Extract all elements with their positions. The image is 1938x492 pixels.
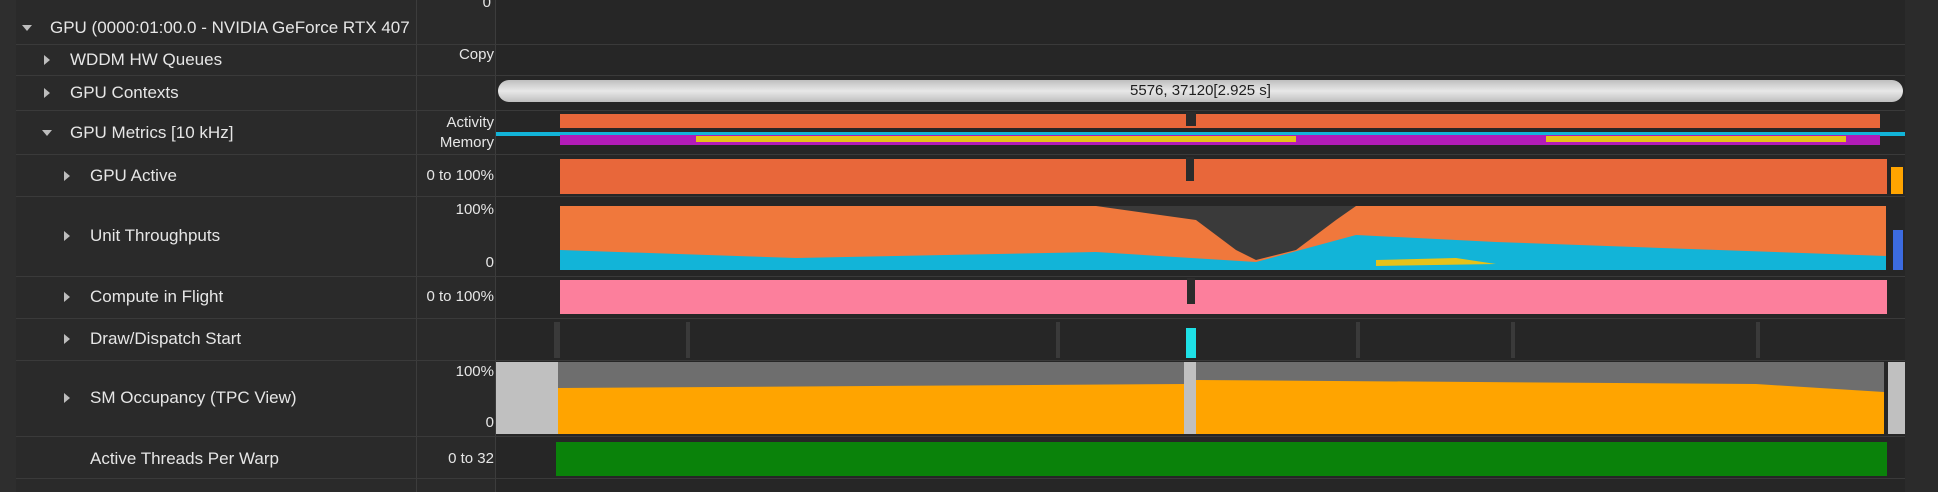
- tree-row-active-threads[interactable]: Active Threads Per Warp: [90, 449, 279, 469]
- right-strip: [1905, 0, 1938, 492]
- row-separator: [16, 276, 1905, 277]
- tree-row-gpu-metrics[interactable]: GPU Metrics [10 kHz]: [70, 123, 233, 143]
- active-threads-range: 0 to 32: [448, 450, 494, 467]
- unit-scale-top: 100%: [455, 201, 494, 218]
- draw-spike: [1186, 328, 1196, 358]
- activity-gap: [1186, 112, 1196, 126]
- expand-draw-icon[interactable]: [64, 334, 70, 344]
- row-separator: [16, 110, 1905, 111]
- gpu-active-tail: [1891, 167, 1903, 194]
- sm-scale-bottom: 0: [485, 414, 494, 431]
- row-separator: [16, 478, 1905, 479]
- tree-row-sm-occupancy[interactable]: SM Occupancy (TPC View): [90, 388, 297, 408]
- compute-fill: [560, 280, 1887, 314]
- row-separator: [16, 360, 1905, 361]
- row-separator: [16, 75, 1905, 76]
- gpu-active-range: 0 to 100%: [426, 167, 494, 184]
- row-separator: [16, 436, 1905, 437]
- collapse-gpu-icon[interactable]: [22, 25, 32, 31]
- compute-in-flight-chart: [560, 278, 1887, 314]
- tree-row-unit-throughputs[interactable]: Unit Throughputs: [90, 226, 220, 246]
- activity-label: Activity: [446, 114, 494, 131]
- expand-wddm-icon[interactable]: [44, 55, 50, 65]
- draw-mark: [686, 322, 690, 358]
- draw-dispatch-chart: [554, 322, 1760, 358]
- sm-scale-top: 100%: [455, 363, 494, 380]
- collapse-metrics-icon[interactable]: [42, 130, 52, 136]
- gpu-active-dip: [1186, 157, 1194, 181]
- unit-throughputs-chart: [560, 206, 1903, 270]
- row-separator: [16, 154, 1905, 155]
- gpu-active-chart: [560, 157, 1903, 194]
- tree-row-gpu-active[interactable]: GPU Active: [90, 166, 177, 186]
- draw-mark: [1756, 322, 1760, 358]
- expand-sm-occupancy-icon[interactable]: [64, 393, 70, 403]
- gpu-context-bar-text: 5576, 37120[2.925 s]: [1130, 82, 1271, 99]
- gpu-active-fill: [560, 159, 1887, 194]
- activity-bar: [560, 114, 1880, 128]
- draw-mark: [1511, 322, 1515, 358]
- compute-range: 0 to 100%: [426, 288, 494, 305]
- gpu-metrics-strip: [496, 112, 1905, 145]
- left-rail: [0, 0, 16, 492]
- row-separator: [16, 318, 1905, 319]
- expand-contexts-icon[interactable]: [44, 88, 50, 98]
- unit-blue-tail: [1893, 230, 1903, 270]
- memory-yellow: [696, 136, 1296, 142]
- sm-light-left: [496, 362, 558, 434]
- expand-gpu-active-icon[interactable]: [64, 171, 70, 181]
- tree-column: [0, 0, 416, 492]
- tree-row-draw-dispatch[interactable]: Draw/Dispatch Start: [90, 329, 241, 349]
- sm-orange-left: [558, 384, 1186, 434]
- row-separator: [16, 196, 1905, 197]
- memory-label: Memory: [439, 134, 494, 151]
- memory-yellow-2: [1546, 136, 1846, 142]
- tree-row-gpu-contexts[interactable]: GPU Contexts: [70, 83, 179, 103]
- sm-occupancy-chart: [496, 362, 1905, 434]
- sm-orange-right: [1196, 380, 1884, 434]
- row-separator: [16, 44, 1905, 45]
- tree-row-wddm[interactable]: WDDM HW Queues: [70, 50, 222, 70]
- sm-light-mid: [1184, 362, 1196, 434]
- gpu-label[interactable]: GPU (0000:01:00.0 - NVIDIA GeForce RTX 4…: [50, 18, 410, 38]
- top-scale-zero: 0: [482, 0, 491, 11]
- draw-mark: [554, 322, 560, 358]
- active-threads-chart: [556, 442, 1887, 476]
- gpu-context-bar[interactable]: 5576, 37120[2.925 s]: [498, 80, 1903, 102]
- draw-mark: [1056, 322, 1060, 358]
- unit-scale-bottom: 0: [485, 254, 494, 271]
- sm-light-right: [1888, 362, 1905, 434]
- expand-unit-throughputs-icon[interactable]: [64, 231, 70, 241]
- tree-row-compute-in-flight[interactable]: Compute in Flight: [90, 287, 223, 307]
- draw-mark: [1356, 322, 1360, 358]
- active-threads-fill: [556, 442, 1887, 476]
- expand-compute-icon[interactable]: [64, 292, 70, 302]
- compute-dip: [1187, 278, 1195, 304]
- wddm-range: Copy: [458, 46, 494, 63]
